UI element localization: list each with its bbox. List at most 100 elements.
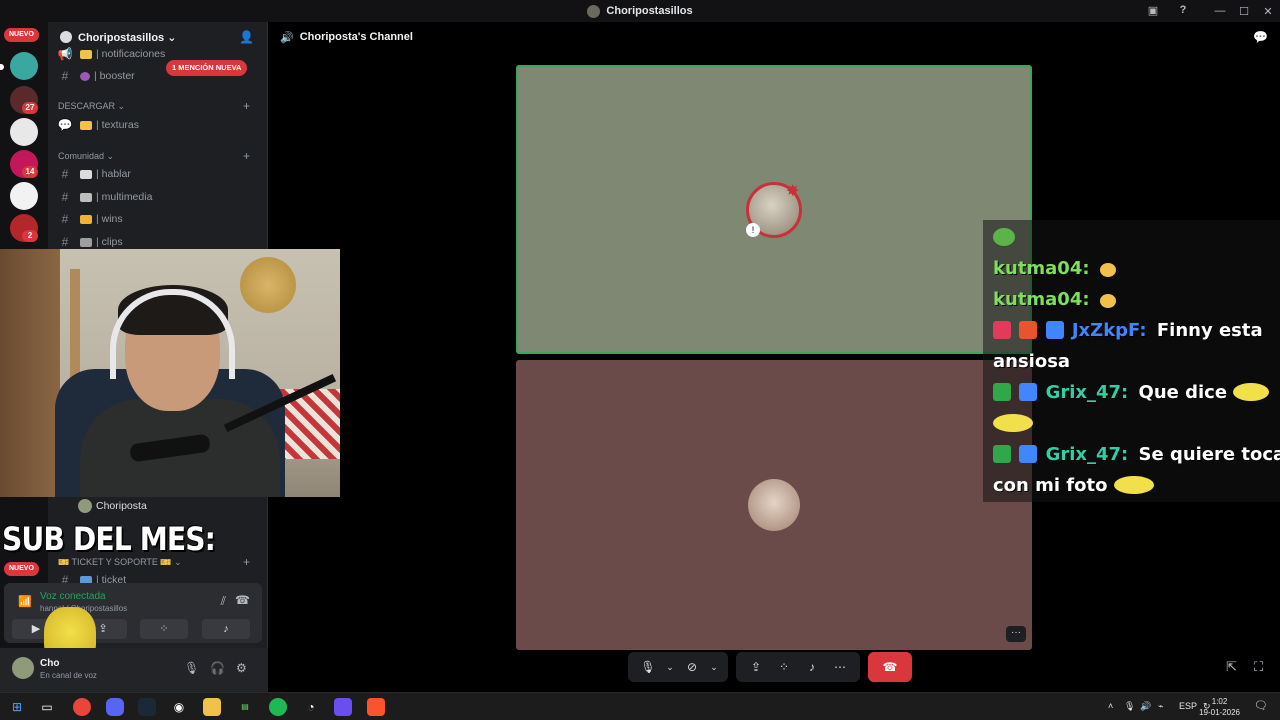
hash-icon: # — [61, 190, 69, 204]
participant-avatar — [748, 479, 800, 531]
spotify-icon[interactable] — [269, 698, 287, 716]
category-comunidad[interactable]: Comunidad ⌄ + — [58, 148, 258, 164]
discord-icon[interactable] — [106, 698, 124, 716]
channel-label: | texturas — [96, 119, 139, 131]
brave-icon[interactable] — [367, 698, 385, 716]
channel-label: | booster — [94, 70, 135, 82]
new-mention-pill[interactable]: 1 MENCIÓN NUEVA — [166, 60, 248, 76]
server-icon[interactable] — [10, 182, 38, 210]
unread-indicator — [0, 64, 4, 70]
voice-member[interactable]: Choriposta — [78, 496, 282, 516]
windows-start-icon[interactable]: ⊞ — [8, 698, 26, 716]
avatar — [78, 499, 92, 513]
signal-icon[interactable]: 📶 — [18, 595, 32, 608]
chevron-down-icon[interactable]: ⌄ — [706, 662, 722, 673]
activities-button[interactable]: ⁘ — [140, 619, 188, 639]
camera-off-icon[interactable]: ⊘ — [678, 660, 706, 674]
channel-texturas[interactable]: 💬 | texturas — [56, 115, 260, 135]
mention-badge: 2 — [22, 230, 38, 242]
channel-wins[interactable]: # | wins — [56, 209, 260, 229]
chat-emote-line — [993, 222, 1278, 253]
tile-more-button[interactable]: ··· — [1006, 626, 1026, 642]
channel-label: | clips — [96, 236, 123, 248]
add-user-icon[interactable]: 👤 — [239, 30, 254, 44]
chat-bubble-icon[interactable]: 💬 — [1253, 30, 1268, 44]
category-descargar[interactable]: DESCARGAR ⌄ + — [58, 98, 258, 114]
microphone-icon[interactable]: 🎙 — [184, 661, 199, 675]
inbox-icon[interactable]: ▣ — [1146, 4, 1160, 18]
hash-icon: # — [61, 235, 69, 249]
maximize-button[interactable]: ☐ — [1232, 5, 1256, 18]
help-icon[interactable]: ? — [1176, 4, 1190, 18]
avatar[interactable] — [12, 657, 34, 679]
mention-badge: 27 — [22, 102, 38, 114]
settings-gear-icon[interactable]: ⚙ — [236, 661, 247, 675]
hash-icon: # — [61, 212, 69, 226]
microphone-icon[interactable]: 🎙 — [634, 660, 662, 674]
chat-emote-line — [993, 408, 1278, 439]
stage-header: 🔊 Choriposta's Channel 💬 — [268, 22, 1280, 52]
app-icon[interactable] — [334, 698, 352, 716]
chrome-icon[interactable] — [73, 698, 91, 716]
chat-username: kutma04: — [993, 289, 1090, 310]
stream-chat-overlay: kutma04: kutma04: JxZkpF: Finny esta ans… — [983, 220, 1280, 502]
disconnect-icon[interactable]: ☎ — [235, 593, 250, 607]
channel-hablar[interactable]: # | hablar — [56, 164, 260, 184]
webcam-door — [0, 249, 60, 497]
add-channel-icon[interactable]: + — [243, 99, 250, 113]
app-icon[interactable]: ◔ — [302, 698, 320, 716]
noise-suppression-icon[interactable]: ⫽ — [221, 594, 226, 609]
emote-icon — [1099, 294, 1116, 308]
more-options-icon[interactable]: ⋯ — [826, 660, 854, 674]
server-icon[interactable] — [10, 52, 38, 80]
obs-icon[interactable]: ◉ — [170, 698, 188, 716]
clock-time: 1:02 — [1211, 697, 1228, 706]
app-icon[interactable]: ▤ — [236, 698, 254, 716]
user-name[interactable]: Cho — [40, 658, 59, 669]
steam-icon[interactable] — [138, 698, 156, 716]
voice-status[interactable]: Voz conectada — [40, 591, 106, 602]
soundboard-icon[interactable]: ♪ — [798, 660, 826, 674]
category-label: 🎫 TICKET Y SOPORTE 🎫 ⌄ — [58, 556, 182, 567]
soundboard-button[interactable]: ♪ — [202, 619, 250, 639]
new-badge: NUEVO — [4, 562, 39, 576]
status-indicator-icon: ! — [746, 223, 760, 237]
disconnect-call-button[interactable]: ☎ — [868, 652, 912, 682]
notifications-icon[interactable]: 🗨 — [1254, 699, 1268, 712]
volume-icon[interactable]: 🔊 — [1140, 701, 1151, 712]
fullscreen-icon[interactable]: ⛶ — [1254, 659, 1263, 675]
emoji-icon — [80, 71, 90, 81]
add-channel-icon[interactable]: + — [243, 149, 250, 163]
screen-share-icon[interactable]: ⇪ — [742, 660, 770, 674]
task-view-icon[interactable]: ▭ — [38, 698, 56, 716]
chat-message: Grix_47: Que dice — [993, 377, 1278, 408]
server-icon[interactable] — [10, 118, 38, 146]
minimize-button[interactable]: — — [1208, 5, 1232, 17]
file-explorer-icon[interactable] — [203, 698, 221, 716]
channel-multimedia[interactable]: # | multimedia — [56, 187, 260, 207]
category-label: Comunidad ⌄ — [58, 150, 115, 161]
streamer-webcam — [0, 249, 340, 497]
activities-icon[interactable]: ⁘ — [770, 660, 798, 674]
language-indicator[interactable]: ESP — [1179, 701, 1197, 711]
sub-badge-icon — [1019, 383, 1038, 401]
film-emoji-icon — [80, 237, 92, 247]
chat-username: kutma04: — [993, 258, 1090, 279]
participant-tile[interactable]: ··· — [516, 360, 1032, 650]
window-title: Choripostasillos — [606, 5, 693, 17]
clock[interactable]: 1:02 19-01-2026 — [1199, 696, 1240, 718]
microphone-tray-icon[interactable]: 🎙 — [1124, 701, 1135, 712]
first-badge-icon — [993, 383, 1011, 401]
first-badge-icon — [993, 445, 1011, 463]
chat-username: JxZkpF: — [1071, 320, 1147, 341]
participant-tile-speaking[interactable]: ✸ ! — [516, 65, 1032, 354]
voice-member-name: Choriposta — [96, 500, 147, 512]
close-button[interactable]: ✕ — [1256, 5, 1280, 18]
channel-label: | multimedia — [96, 191, 153, 203]
chevron-up-icon[interactable]: ˄ — [1108, 701, 1113, 711]
chevron-down-icon[interactable]: ⌄ — [662, 662, 678, 673]
popout-icon[interactable]: ⇱ — [1226, 659, 1237, 675]
network-icon[interactable]: ⌁ — [1158, 701, 1163, 712]
add-channel-icon[interactable]: + — [243, 555, 250, 569]
headphones-icon[interactable]: 🎧 — [210, 661, 225, 675]
